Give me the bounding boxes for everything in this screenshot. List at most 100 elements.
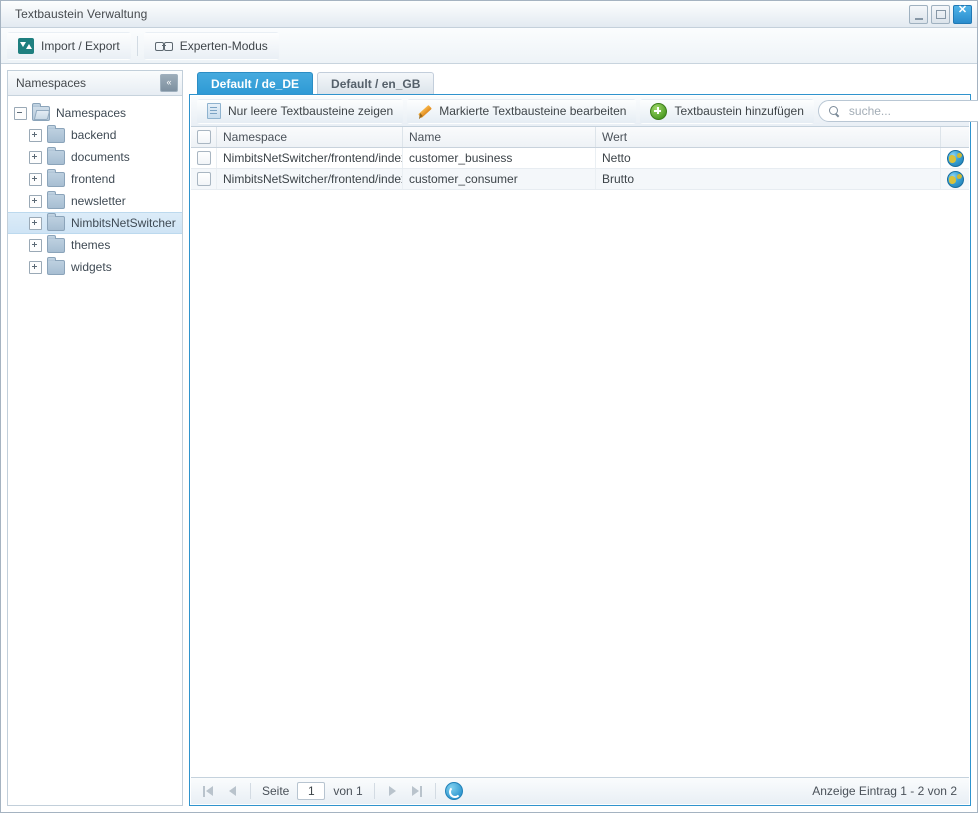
- expand-toggle-icon[interactable]: [29, 216, 42, 230]
- snippets-panel: Nur leere Textbausteine zeigen Markierte…: [189, 94, 978, 806]
- column-header-namespace[interactable]: Namespace: [217, 127, 403, 147]
- import-export-button[interactable]: Import / Export: [7, 31, 131, 60]
- cell-value: Netto: [596, 148, 941, 168]
- application-window: Textbaustein Verwaltung ✕ Import / Expor…: [0, 0, 978, 813]
- tree-node-root[interactable]: Namespaces: [8, 102, 182, 124]
- namespaces-sidebar: Namespaces « Namespaces backend document…: [7, 70, 183, 806]
- row-action-cell[interactable]: [941, 148, 969, 168]
- search-box[interactable]: [817, 100, 978, 122]
- maximize-icon: [932, 6, 949, 23]
- collapse-toggle-icon[interactable]: [14, 106, 27, 120]
- column-header-name[interactable]: Name: [403, 127, 596, 147]
- first-page-icon: [203, 785, 205, 797]
- toolbar-divider: [136, 35, 138, 56]
- row-checkbox[interactable]: [196, 172, 211, 186]
- pager-divider: [373, 783, 375, 799]
- column-header-value[interactable]: Wert: [596, 127, 941, 147]
- tree-node-label: widgets: [71, 260, 112, 274]
- grid-body: NimbitsNetSwitcher/frontend/index custom…: [191, 148, 969, 777]
- folder-icon: [47, 190, 65, 209]
- folder-icon: [47, 124, 65, 143]
- expand-toggle-icon[interactable]: [29, 238, 42, 252]
- window-title: Textbaustein Verwaltung: [15, 7, 148, 21]
- import-export-icon: [18, 37, 34, 54]
- row-select-cell[interactable]: [191, 169, 217, 189]
- close-button[interactable]: ✕: [953, 5, 972, 24]
- tree-node-label: documents: [71, 150, 130, 164]
- sidebar-header: Namespaces «: [8, 71, 182, 96]
- record-count-label: Anzeige Eintrag 1 - 2 von 2: [812, 784, 957, 798]
- tree-node-themes[interactable]: themes: [8, 234, 182, 256]
- grid-header-row: Namespace Name Wert: [191, 127, 969, 148]
- expand-toggle-icon[interactable]: [29, 260, 42, 274]
- refresh-icon[interactable]: [444, 782, 463, 800]
- snippets-panel-inner: Nur leere Textbausteine zeigen Markierte…: [190, 95, 978, 805]
- next-page-button[interactable]: [384, 782, 402, 800]
- expert-mode-label: Experten-Modus: [179, 38, 268, 53]
- pencil-icon: [417, 104, 432, 119]
- minimize-button[interactable]: [909, 5, 928, 24]
- main-panel: Default / de_DE Default / en_GB Nur leer…: [183, 70, 978, 806]
- row-action-cell[interactable]: [941, 169, 969, 189]
- last-page-button[interactable]: [408, 782, 426, 800]
- tree-node-documents[interactable]: documents: [8, 146, 182, 168]
- folder-icon: [47, 212, 65, 231]
- expand-toggle-icon[interactable]: [29, 128, 42, 142]
- close-icon: ✕: [957, 4, 968, 16]
- minimize-icon: [910, 6, 927, 23]
- show-empty-snippets-button[interactable]: Nur leere Textbausteine zeigen: [197, 98, 404, 124]
- globe-icon[interactable]: [946, 149, 964, 167]
- row-select-cell[interactable]: [191, 148, 217, 168]
- tab-strip: Default / de_DE Default / en_GB: [189, 70, 971, 94]
- expand-toggle-icon[interactable]: [29, 172, 42, 186]
- pager-divider: [250, 783, 251, 799]
- next-page-icon: [389, 786, 397, 796]
- tree-node-frontend[interactable]: frontend: [8, 168, 182, 190]
- folder-icon: [47, 146, 65, 165]
- expert-mode-button[interactable]: Experten-Modus: [143, 31, 279, 60]
- table-row[interactable]: NimbitsNetSwitcher/frontend/index custom…: [191, 148, 969, 169]
- globe-icon[interactable]: [946, 170, 964, 188]
- tree-node-label: frontend: [71, 172, 116, 186]
- table-row[interactable]: NimbitsNetSwitcher/frontend/index custom…: [191, 169, 969, 190]
- first-page-button[interactable]: [199, 782, 217, 800]
- document-icon: [207, 103, 221, 119]
- sidebar-title: Namespaces: [16, 76, 87, 90]
- window-controls: ✕: [909, 5, 972, 24]
- cell-name: customer_business: [403, 148, 596, 168]
- folder-icon: [47, 168, 65, 187]
- snippets-grid: Namespace Name Wert NimbitsNetSwitcher/f…: [191, 127, 969, 777]
- expand-toggle-icon[interactable]: [29, 150, 42, 164]
- tree-node-backend[interactable]: backend: [8, 124, 182, 146]
- tree-node-label: backend: [71, 128, 117, 142]
- glasses-icon: [154, 41, 173, 51]
- tree-node-label: Namespaces: [56, 106, 127, 120]
- add-snippet-button[interactable]: Textbaustein hinzufügen: [640, 98, 814, 124]
- edit-selected-snippets-button[interactable]: Markierte Textbausteine bearbeiten: [407, 98, 637, 124]
- cell-value: Brutto: [596, 169, 941, 189]
- tree-node-widgets[interactable]: widgets: [8, 256, 182, 278]
- search-input[interactable]: [846, 103, 978, 119]
- cell-namespace: NimbitsNetSwitcher/frontend/index: [217, 169, 403, 189]
- page-number-input[interactable]: [297, 782, 326, 800]
- expand-toggle-icon[interactable]: [29, 194, 42, 208]
- maximize-button[interactable]: [931, 5, 950, 24]
- select-all-checkbox[interactable]: [196, 130, 211, 144]
- previous-page-button[interactable]: [223, 782, 241, 800]
- sidebar-collapse-button[interactable]: «: [160, 74, 178, 92]
- window-titlebar: Textbaustein Verwaltung ✕: [1, 1, 977, 28]
- row-checkbox[interactable]: [196, 151, 211, 165]
- tree-node-nimbitsnetswitcher[interactable]: NimbitsNetSwitcher: [8, 212, 182, 234]
- folder-icon: [47, 234, 65, 253]
- main-layout: Namespaces « Namespaces backend document…: [1, 64, 978, 812]
- column-header-action: [941, 127, 969, 147]
- folder-open-icon: [32, 102, 50, 121]
- tab-default-de-de[interactable]: Default / de_DE: [197, 72, 314, 94]
- tree-node-newsletter[interactable]: newsletter: [8, 190, 182, 212]
- add-snippet-label: Textbaustein hinzufügen: [674, 104, 804, 118]
- select-all-header-cell[interactable]: [191, 127, 217, 147]
- page-label: Seite: [262, 784, 290, 798]
- search-icon: [828, 105, 840, 117]
- grid-toolbar: Nur leere Textbausteine zeigen Markierte…: [191, 96, 978, 127]
- tab-default-en-gb[interactable]: Default / en_GB: [317, 72, 435, 94]
